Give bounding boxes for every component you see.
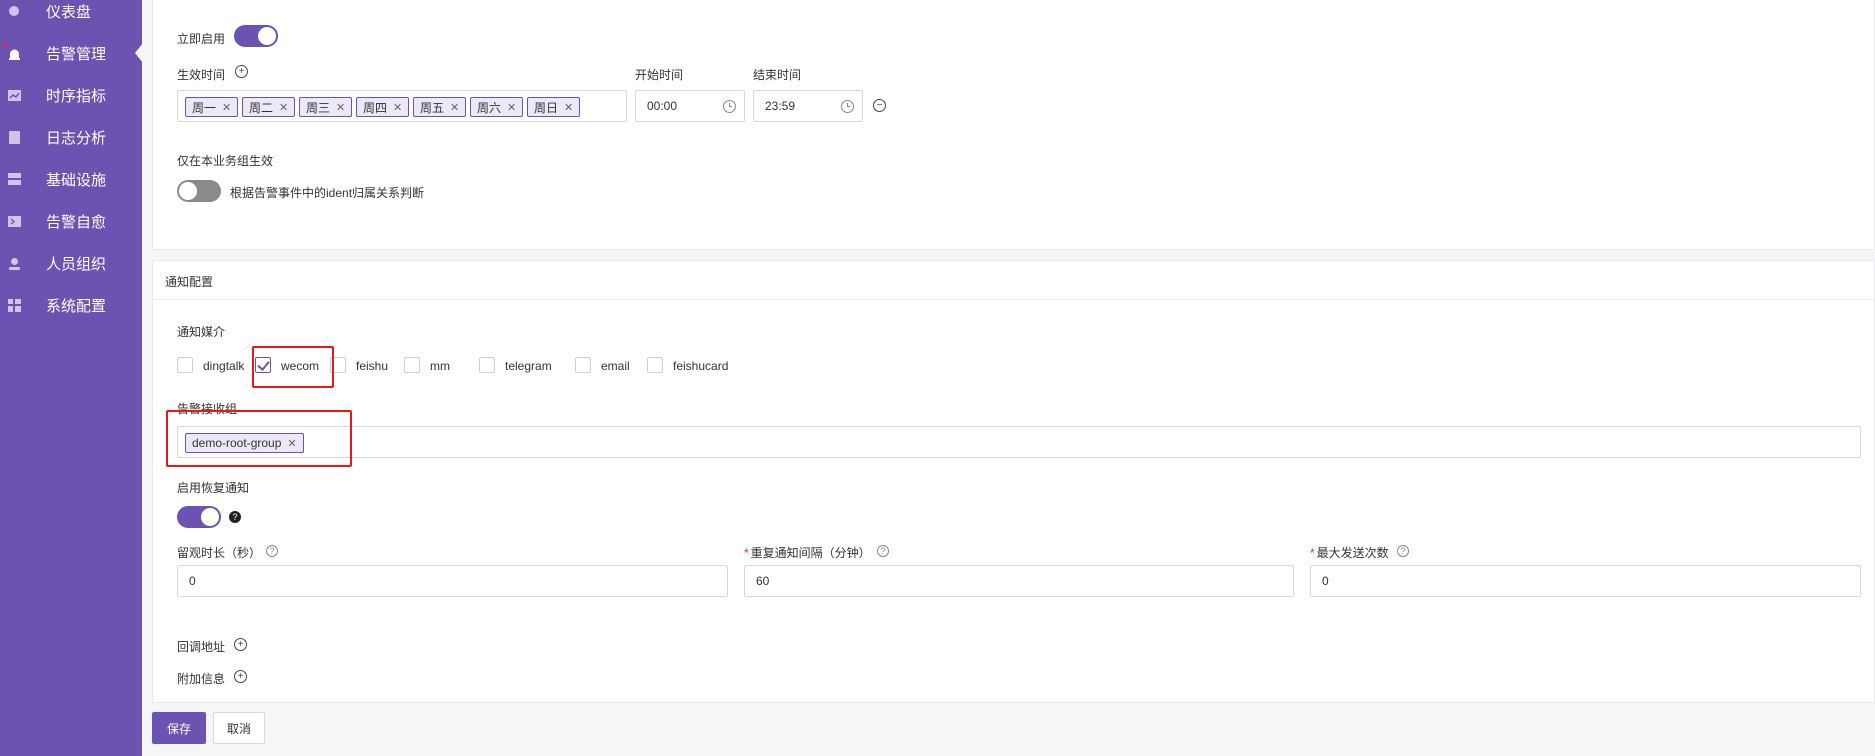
callback-url-label: 回调地址 — [177, 640, 226, 654]
checkbox-label: email — [601, 359, 630, 373]
help-icon[interactable]: ? — [877, 545, 889, 557]
repeat-interval-input[interactable]: 60 — [744, 565, 1294, 597]
clock-icon — [841, 100, 854, 113]
dashboard-icon — [7, 4, 21, 18]
start-time-value: 00:00 — [647, 99, 678, 113]
checkbox-feishucard[interactable] — [647, 357, 663, 373]
chart-icon — [7, 88, 21, 102]
close-icon[interactable]: ✕ — [393, 101, 402, 114]
notify-card: 通知配置 通知媒介 dingtalk wecom feishu mm teleg… — [152, 260, 1875, 703]
repeat-interval-label: * 重复通知间隔（分钟） — [744, 546, 871, 560]
tag-tuesday: 周二 ✕ — [242, 97, 296, 117]
checkbox-label: mm — [430, 359, 450, 373]
schedule-card: 立即启用 生效时间 + 开始时间 结束时间 周一 ✕ 周二 ✕ 周三 ✕ 周四 ✕ 周五… — [152, 0, 1875, 250]
weekday-select[interactable]: 周一 ✕ 周二 ✕ 周三 ✕ 周四 ✕ 周五 ✕ 周六 ✕ 周日 ✕ — [177, 90, 627, 122]
sidebar-item-label: 告警自愈 — [46, 213, 107, 231]
help-icon[interactable]: ? — [229, 511, 241, 523]
cancel-button[interactable]: 取消 — [213, 712, 265, 744]
receiver-group-select[interactable]: demo-root-group ✕ — [177, 426, 1861, 458]
sidebar-item-label: 基础设施 — [46, 171, 107, 189]
remove-circle-icon[interactable]: − — [873, 99, 886, 112]
terminal-icon — [7, 214, 21, 228]
clock-icon — [723, 100, 736, 113]
divider — [153, 299, 1874, 300]
checkbox-dingtalk[interactable] — [177, 357, 193, 373]
start-time-label: 开始时间 — [635, 68, 684, 82]
checkbox-label: feishucard — [673, 359, 729, 373]
sidebar-item-dashboard[interactable]: 仪表盘 — [0, 0, 142, 29]
highlight-box-wecom — [252, 346, 334, 388]
recovery-notify-toggle[interactable] — [177, 506, 221, 528]
tag-friday: 周五 ✕ — [413, 97, 467, 117]
business-group-only-label: 仅在本业务组生效 — [177, 154, 274, 168]
start-time-picker[interactable]: 00:00 — [635, 90, 745, 122]
end-time-value: 23:59 — [765, 99, 796, 113]
sidebar-item-label: 告警管理 — [46, 45, 107, 63]
sidebar-item-label: 日志分析 — [46, 129, 107, 147]
sidebar-item-label: 人员组织 — [46, 255, 107, 273]
highlight-box-receiver-group — [166, 410, 352, 467]
close-icon[interactable]: ✕ — [222, 101, 231, 114]
section-title: 通知配置 — [165, 275, 214, 289]
business-group-hint: 根据告警事件中的ident归属关系判断 — [230, 186, 425, 200]
end-time-label: 结束时间 — [753, 68, 802, 82]
sidebar-item-label: 系统配置 — [46, 297, 107, 315]
sidebar-item-label: 仪表盘 — [46, 3, 92, 21]
max-send-input[interactable]: 0 — [1310, 565, 1861, 597]
effective-time-label: 生效时间 — [177, 68, 226, 82]
sidebar-item-logs[interactable]: 日志分析 — [0, 119, 142, 155]
sidebar-item-infra[interactable]: 基础设施 — [0, 161, 142, 197]
end-time-picker[interactable]: 23:59 — [753, 90, 863, 122]
server-icon — [7, 172, 21, 186]
notify-media-label: 通知媒介 — [177, 325, 226, 339]
recovery-notify-label: 启用恢复通知 — [177, 481, 250, 495]
sidebar-item-metrics[interactable]: 时序指标 — [0, 77, 142, 113]
checkbox-label: dingtalk — [203, 359, 245, 373]
help-icon[interactable]: ? — [266, 545, 278, 557]
close-icon[interactable]: ✕ — [564, 101, 573, 114]
grid-icon — [7, 298, 21, 312]
tag-monday: 周一 ✕ — [185, 97, 239, 117]
checkbox-label: telegram — [505, 359, 552, 373]
tag-thursday: 周四 ✕ — [356, 97, 410, 117]
tag-sunday: 周日 ✕ — [527, 97, 581, 117]
main-content: 立即启用 生效时间 + 开始时间 结束时间 周一 ✕ 周二 ✕ 周三 ✕ 周四 ✕ 周五… — [142, 0, 1875, 756]
close-icon[interactable]: ✕ — [450, 101, 459, 114]
observe-duration-input[interactable]: 0 — [177, 565, 728, 597]
add-circle-icon[interactable]: + — [234, 670, 247, 683]
enable-now-label: 立即启用 — [177, 32, 226, 46]
help-icon[interactable]: ? — [1397, 545, 1409, 557]
sidebar: 仪表盘 告警管理 时序指标 日志分析 基础设施 告警自愈 人员组织 系统配置 — [0, 0, 143, 756]
observe-duration-label: 留观时长（秒） — [177, 546, 262, 560]
close-icon[interactable]: ✕ — [507, 101, 516, 114]
sidebar-item-alarm[interactable]: 告警管理 — [0, 35, 143, 71]
save-button[interactable]: 保存 — [152, 712, 206, 744]
log-icon — [7, 130, 21, 144]
sidebar-item-users[interactable]: 人员组织 — [0, 245, 142, 281]
close-icon[interactable]: ✕ — [336, 101, 345, 114]
alarm-icon — [7, 46, 21, 60]
add-circle-icon[interactable]: + — [234, 638, 247, 651]
checkbox-email[interactable] — [575, 357, 591, 373]
tag-saturday: 周六 ✕ — [470, 97, 524, 117]
tag-wednesday: 周三 ✕ — [299, 97, 353, 117]
checkbox-mm[interactable] — [404, 357, 420, 373]
extra-info-label: 附加信息 — [177, 672, 226, 686]
max-send-label: * 最大发送次数 — [1310, 546, 1389, 560]
close-icon[interactable]: ✕ — [279, 101, 288, 114]
sidebar-item-selfheal[interactable]: 告警自愈 — [0, 203, 142, 239]
business-group-only-toggle[interactable] — [177, 180, 221, 202]
checkbox-telegram[interactable] — [479, 357, 495, 373]
user-icon — [7, 256, 21, 270]
enable-now-toggle[interactable] — [234, 25, 278, 47]
checkbox-label: feishu — [356, 359, 389, 373]
sidebar-item-settings[interactable]: 系统配置 — [0, 287, 142, 323]
sidebar-item-label: 时序指标 — [46, 87, 107, 105]
add-circle-icon[interactable]: + — [235, 65, 248, 78]
